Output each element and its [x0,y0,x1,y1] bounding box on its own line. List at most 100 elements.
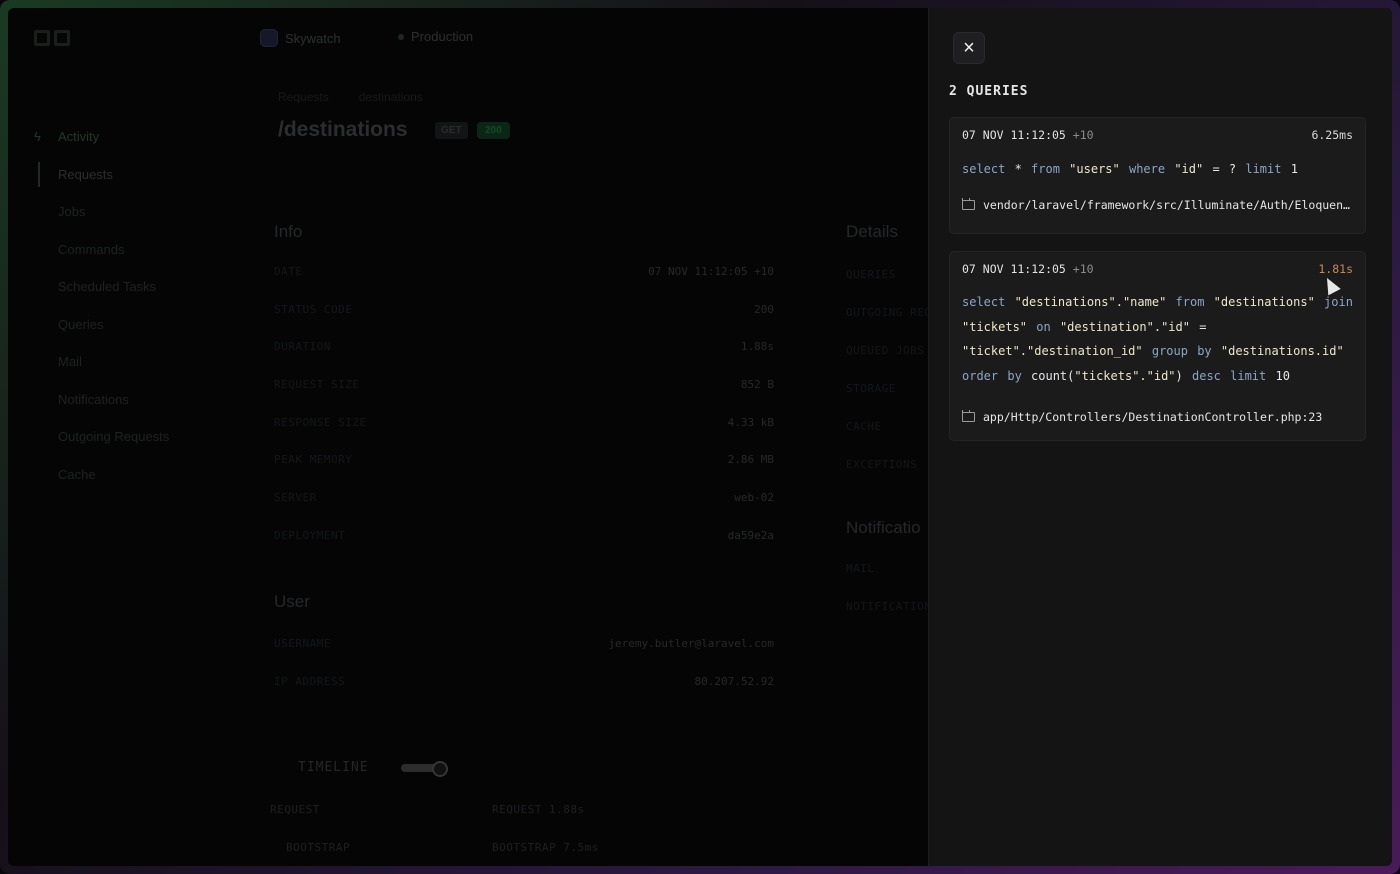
breadcrumb-item: destinations [358,90,423,104]
sql-token: = ? [1203,162,1246,176]
info-row: DURATION 1.88s [274,340,774,354]
sql-line: order by count("tickets"."id") desc limi… [962,364,1353,389]
project-icon [260,29,278,47]
sql-token: * [1005,162,1032,176]
sidebar-item-cache[interactable]: Cache [28,456,228,494]
sql-token: order by [962,368,1032,383]
sql-token: select [962,162,1006,176]
sidebar-item-notifications[interactable]: Notifications [28,381,228,419]
sql-token: "ticket"."destination_id" [962,344,1143,358]
info-row: STATUS CODE 200 [274,302,774,316]
window-frame: Skywatch Production Activity Requests Jo… [0,0,1400,874]
sql-token: "destination"."id" [1059,319,1190,334]
sql-token: "tickets"."id" [1074,368,1176,383]
sql-token: limit [1245,162,1291,176]
sql-token: "id" [1174,162,1204,176]
query-date: 07 NOV 11:12:05 [962,262,1066,276]
close-button[interactable]: × [953,32,985,64]
timeline-bar-label: REQUEST 1.88s [492,803,585,816]
sql-token: count( [1031,368,1075,383]
sql-token: on [1027,319,1060,334]
sql-token: 1 [1290,162,1298,176]
page-title: /destinations [278,118,408,141]
query-header: 07 NOV 11:12:05 +10 6.25ms [962,118,1353,152]
query-sql: select "destinations"."name" from "desti… [962,286,1353,410]
query-source[interactable]: app/Http/Controllers/DestinationControll… [962,410,1353,424]
environment-switcher[interactable]: Production [398,29,473,44]
timeline-label: TIMELINE [298,760,369,775]
sql-token: ) [1175,368,1192,383]
sidebar-item-commands[interactable]: Commands [28,231,228,269]
sql-token: from [1031,162,1070,176]
sql-token: "destinations"."name" [1014,295,1167,309]
query-sql: select * from "users" where "id" = ? lim… [962,152,1353,198]
folder-icon [962,410,975,422]
query-header: 07 NOV 11:12:05 +10 1.81s [962,252,1353,286]
project-name: Skywatch [285,30,341,46]
query-source-path: app/Http/Controllers/DestinationControll… [983,410,1323,424]
sql-line: "tickets" on "destination"."id" = [962,315,1353,340]
query-timezone: +10 [1072,128,1094,142]
info-row: DATE 07 NOV 11:12:05 +10 [274,265,774,278]
sidebar-item-scheduled-tasks[interactable]: Scheduled Tasks [28,268,228,306]
project-switcher[interactable]: Skywatch [260,29,341,47]
sql-token: 10 [1275,368,1290,383]
sidebar-item-requests[interactable]: Requests [28,156,228,194]
timeline-row-label[interactable]: BOOTSTRAP [286,841,350,854]
user-row: USERNAME jeremy.butler@laravel.com [274,637,774,650]
query-source-path: vendor/laravel/framework/src/Illuminate/… [983,198,1353,212]
sql-token: where [1119,162,1175,176]
sidebar-item-mail[interactable]: Mail [28,343,228,381]
query-duration: 1.81s [1318,262,1353,276]
sql-token: group by [1142,344,1221,358]
sidebar-section-activity[interactable]: Activity [28,118,228,156]
query-card[interactable]: 07 NOV 11:12:05 +10 6.25ms select * from… [949,117,1366,234]
app-window: Skywatch Production Activity Requests Jo… [8,8,1392,866]
sql-token: "users" [1069,162,1120,176]
queries-panel: × 2 QUERIES 07 NOV 11:12:05 +10 6.25ms s… [928,8,1392,866]
folder-icon [962,198,975,210]
sql-token: = [1189,319,1207,334]
info-row: RESPONSE SIZE 4.33 kB [274,415,774,429]
sql-line: "ticket"."destination_id" group by "dest… [962,339,1353,364]
sql-line: select * from "users" where "id" = ? lim… [962,157,1353,182]
method-badge: GET [435,122,468,139]
user-section-title: User [274,592,310,611]
close-icon: × [963,37,975,59]
info-section-title: Info [274,222,303,241]
sidebar-group-label [58,84,228,96]
breadcrumb-item[interactable]: Requests [278,90,329,104]
details-section-title: Details [846,222,898,241]
user-list: USERNAME jeremy.butler@laravel.com IP ADD… [274,636,774,711]
query-duration: 6.25ms [1311,128,1353,142]
sidebar-item-queries[interactable]: Queries [28,306,228,344]
sql-line: select "destinations"."name" from "desti… [962,290,1353,315]
app-logo [34,30,74,46]
query-timezone: +10 [1072,262,1094,276]
environment-name: Production [411,29,474,44]
timeline-bar-label: BOOTSTRAP 7.5ms [492,841,599,854]
sql-token: join [1314,295,1353,309]
sql-token: "tickets" [962,319,1028,334]
info-row: SERVER web-02 [274,491,774,505]
sql-token: select [962,295,1015,309]
status-badge: 200 [477,122,510,139]
sql-token: desc limit [1192,368,1276,383]
notifications-section-title: Notificatio [846,518,921,537]
query-source[interactable]: vendor/laravel/framework/src/Illuminate/… [962,198,1353,212]
sidebar-item-outgoing-requests[interactable]: Outgoing Requests [28,418,228,456]
timeline-row-label[interactable]: REQUEST [270,803,320,816]
environment-dot-icon [398,33,404,40]
sidebar-item-jobs[interactable]: Jobs [28,193,228,231]
info-row: REQUEST SIZE 852 B [274,378,774,392]
info-row: PEAK MEMORY 2.86 MB [274,453,774,467]
queries-count: 2 QUERIES [949,84,1029,99]
sidebar: Activity Requests Jobs Commands Schedule… [28,84,228,493]
sql-token: from [1166,295,1214,309]
sql-token: "destinations" [1213,295,1315,309]
sql-token: "destinations.id" [1220,344,1344,358]
info-list: DATE 07 NOV 11:12:05 +10 STATUS CODE 200 D… [274,264,774,566]
query-card[interactable]: 07 NOV 11:12:05 +10 1.81s select "destin… [949,251,1366,441]
breadcrumb: Requests destinations [278,90,423,104]
timeline-toggle[interactable] [401,761,448,777]
